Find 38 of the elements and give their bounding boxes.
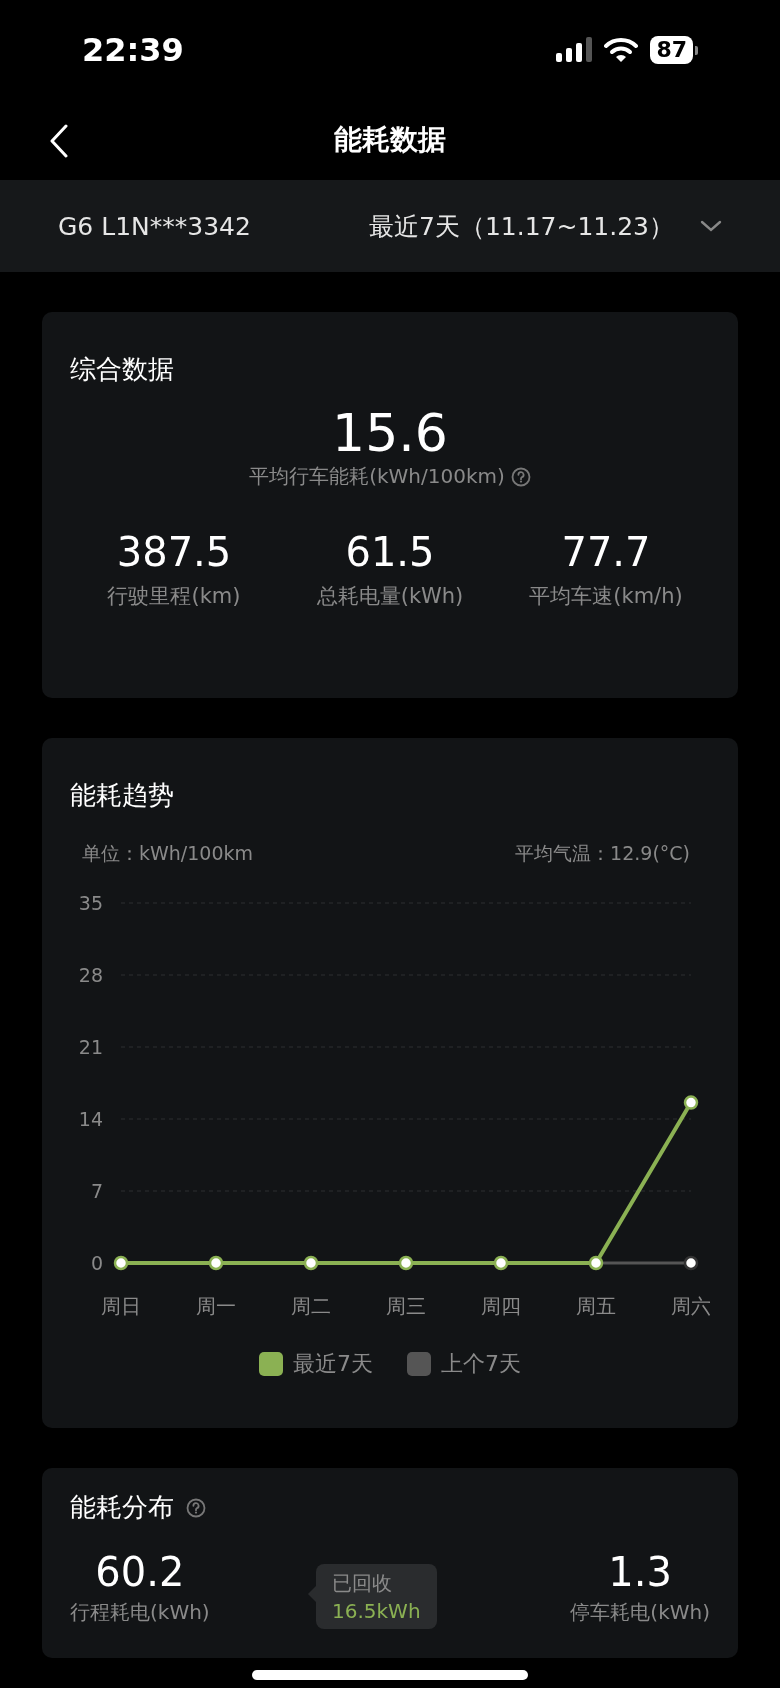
x-tick-label: 周六 [671,1294,710,1318]
stat-value: 387.5 [116,528,232,576]
period-dropdown[interactable]: 最近7天（11.17~11.23） [369,209,722,243]
y-tick-label: 35 [78,892,103,914]
legend-label: 上个7天 [441,1350,521,1378]
x-tick-label: 周四 [481,1294,521,1318]
legend-label: 最近7天 [293,1350,373,1378]
y-tick-label: 7 [90,1180,103,1202]
temperature-label: 平均气温：12.9(°C) [515,841,690,866]
stat-value: 61.5 [345,528,435,576]
average-consumption-value: 15.6 [332,403,448,463]
x-tick-label: 周三 [386,1294,426,1318]
unit-label: 单位：kWh/100km [82,841,253,866]
x-tick-label: 周日 [101,1294,141,1318]
x-tick-label: 周一 [196,1294,236,1318]
x-tick-label: 周五 [576,1294,616,1318]
card-title: 能耗趋势 [70,779,175,812]
stat-label: 总耗电量(kWh) [316,583,464,610]
stat-label: 行程耗电(kWh) [70,1599,210,1626]
stat-value: 1.3 [608,1549,672,1595]
card-title: 能耗分布 [70,1491,174,1524]
y-tick-label: 14 [78,1108,103,1130]
card-title: 综合数据 [69,353,175,386]
vehicle-name: G6 L1N***3342 [58,211,251,241]
stat-label: 停车耗电(kWh) [570,1599,710,1626]
x-tick-label: 周二 [291,1294,331,1318]
page-title: 能耗数据 [334,122,446,158]
stat-label: 平均车速(km/h) [529,583,683,610]
clock: 22:39 [82,31,184,69]
stat-label: 行驶里程(km) [107,583,241,610]
average-consumption-label: 平均行车能耗(kWh/100km) [249,463,505,490]
stat-value: 77.7 [561,528,651,576]
y-tick-label: 28 [78,964,103,986]
y-tick-label: 0 [90,1252,103,1274]
y-tick-label: 21 [78,1036,103,1058]
tooltip-value: 16.5kWh [332,1599,421,1623]
tooltip-label: 已回收 [332,1570,393,1597]
stat-value: 60.2 [95,1549,185,1595]
